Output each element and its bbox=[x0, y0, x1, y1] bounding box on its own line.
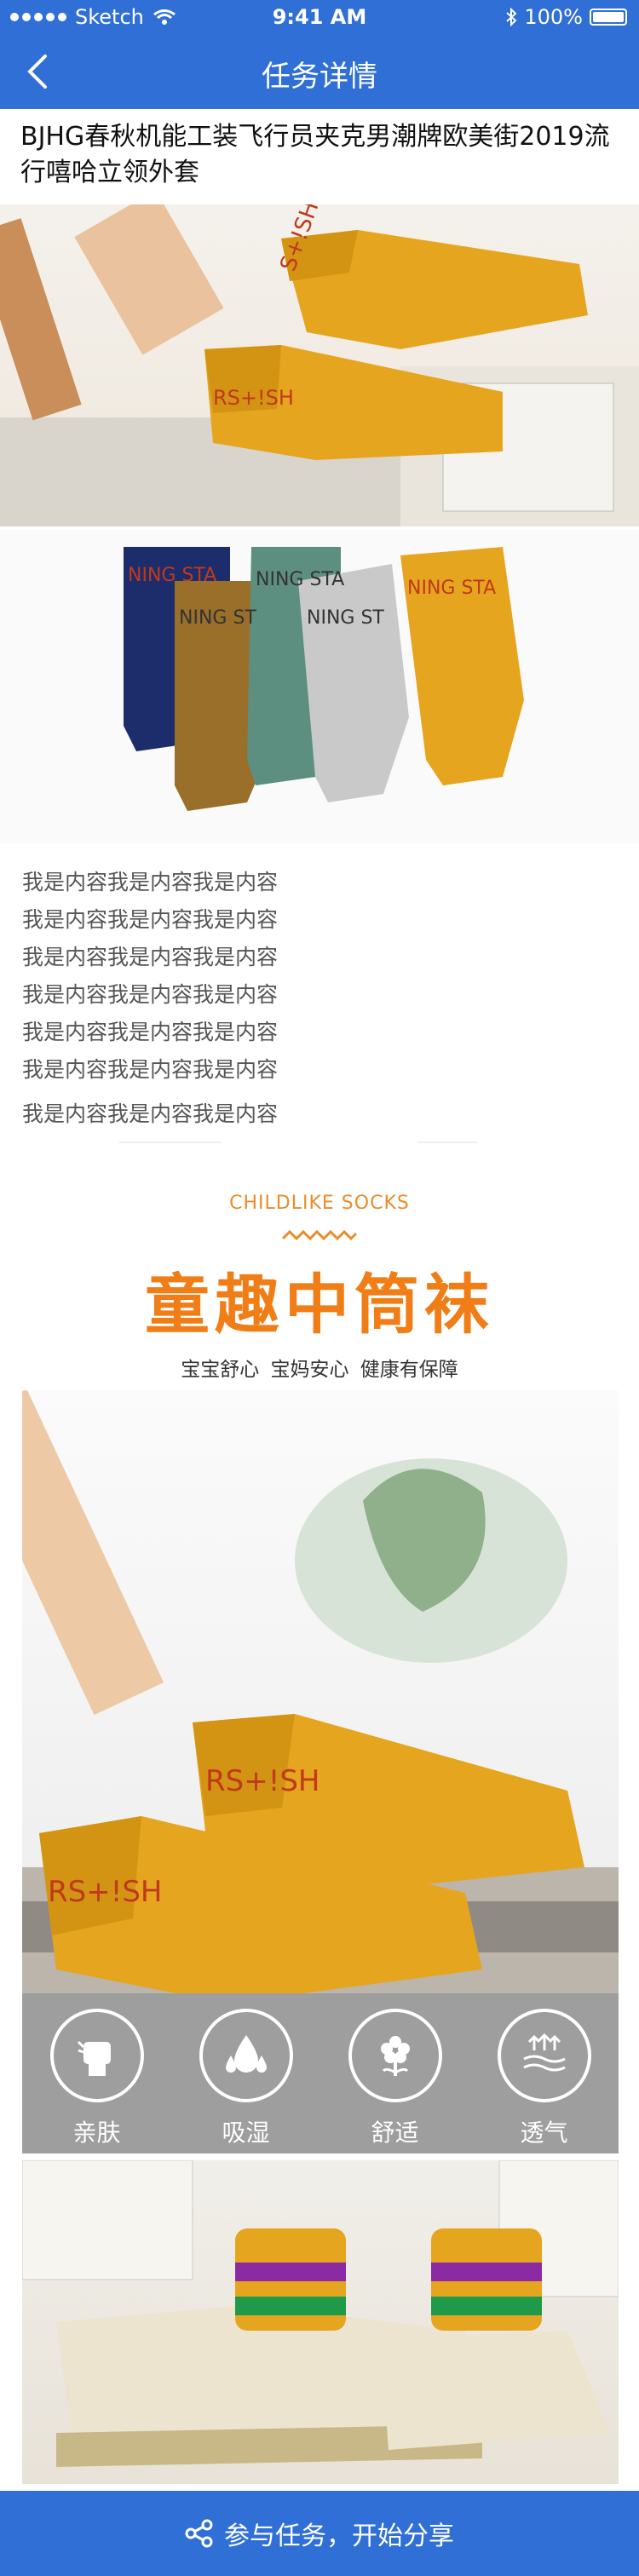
content-line: 我是内容我是内容我是内容 bbox=[22, 907, 279, 932]
svg-text:RS+!SH: RS+!SH bbox=[213, 386, 294, 410]
divider bbox=[417, 1141, 477, 1143]
join-task-label: 参与任务，开始分享 bbox=[224, 2521, 454, 2551]
content-line: 我是内容我是内容我是内容 bbox=[22, 870, 279, 894]
feature-strip: 亲肤 吸湿 舒适 透气 bbox=[22, 1993, 619, 2153]
bluetooth-icon bbox=[506, 8, 517, 26]
banner-title: 童趣中筒袜 bbox=[145, 1267, 494, 1343]
content-line: 我是内容我是内容我是内容 bbox=[22, 945, 279, 969]
svg-text:NING ST: NING ST bbox=[307, 607, 384, 629]
top-bar: Sketch 9:41 AM 100% 任务详情 bbox=[0, 0, 639, 109]
water-drops-icon bbox=[199, 2009, 293, 2102]
product-image-shoes bbox=[22, 2160, 619, 2484]
join-task-button[interactable]: 参与任务，开始分享 bbox=[0, 2491, 639, 2576]
feature-label: 亲肤 bbox=[72, 2119, 121, 2147]
svg-text:RS+!SH: RS+!SH bbox=[205, 1764, 320, 1798]
svg-text:RS+!SH: RS+!SH bbox=[48, 1875, 162, 1909]
feature-item: 吸湿 bbox=[195, 2009, 297, 2148]
share-icon bbox=[185, 2519, 213, 2548]
airflow-icon bbox=[497, 2009, 591, 2102]
feature-label: 透气 bbox=[520, 2119, 568, 2147]
product-image-colors: NING STA NING ST NING STA NING ST NING S… bbox=[0, 530, 639, 843]
battery-icon bbox=[590, 9, 627, 26]
content-lines: 我是内容我是内容我是内容 我是内容我是内容我是内容 我是内容我是内容我是内容 我… bbox=[22, 864, 619, 1133]
product-image-feet: S+!SHI RS+!SH bbox=[0, 204, 639, 526]
content-line: 我是内容我是内容我是内容 bbox=[22, 982, 279, 1007]
feature-item: 透气 bbox=[493, 2009, 596, 2148]
feature-item: 舒适 bbox=[344, 2009, 446, 2148]
content-line: 我是内容我是内容我是内容 bbox=[22, 1057, 279, 1082]
page-title: 任务详情 bbox=[262, 60, 377, 94]
svg-text:NING STA: NING STA bbox=[256, 569, 344, 590]
svg-text:NING ST: NING ST bbox=[179, 607, 256, 629]
status-right: 100% bbox=[505, 5, 627, 29]
divider bbox=[119, 1141, 222, 1143]
product-title: BJHG春秋机能工装飞行员夹克男潮牌欧美街2019流行嘻哈立领外套 bbox=[20, 122, 610, 187]
feature-label: 舒适 bbox=[371, 2119, 419, 2147]
svg-text:NING STA: NING STA bbox=[407, 578, 496, 599]
nav-bar: 任务详情 bbox=[0, 34, 639, 109]
content-line: 我是内容我是内容我是内容 bbox=[22, 1020, 279, 1044]
feature-item: 亲肤 bbox=[46, 2009, 148, 2148]
flower-icon bbox=[348, 2009, 442, 2102]
status-bar: Sketch 9:41 AM 100% bbox=[0, 0, 639, 34]
fist-icon bbox=[49, 2009, 144, 2102]
banner-tagline: 宝宝舒心 宝妈安心 健康有保障 bbox=[181, 1359, 458, 1381]
wave-decoration-icon bbox=[281, 1230, 358, 1241]
feature-label: 吸湿 bbox=[222, 2119, 270, 2147]
battery-percent: 100% bbox=[524, 5, 583, 29]
svg-text:NING STA: NING STA bbox=[128, 565, 216, 586]
content-line: 我是内容我是内容我是内容 bbox=[22, 1101, 279, 1126]
banner-subtitle: CHILDLIKE SOCKS bbox=[229, 1193, 410, 1214]
